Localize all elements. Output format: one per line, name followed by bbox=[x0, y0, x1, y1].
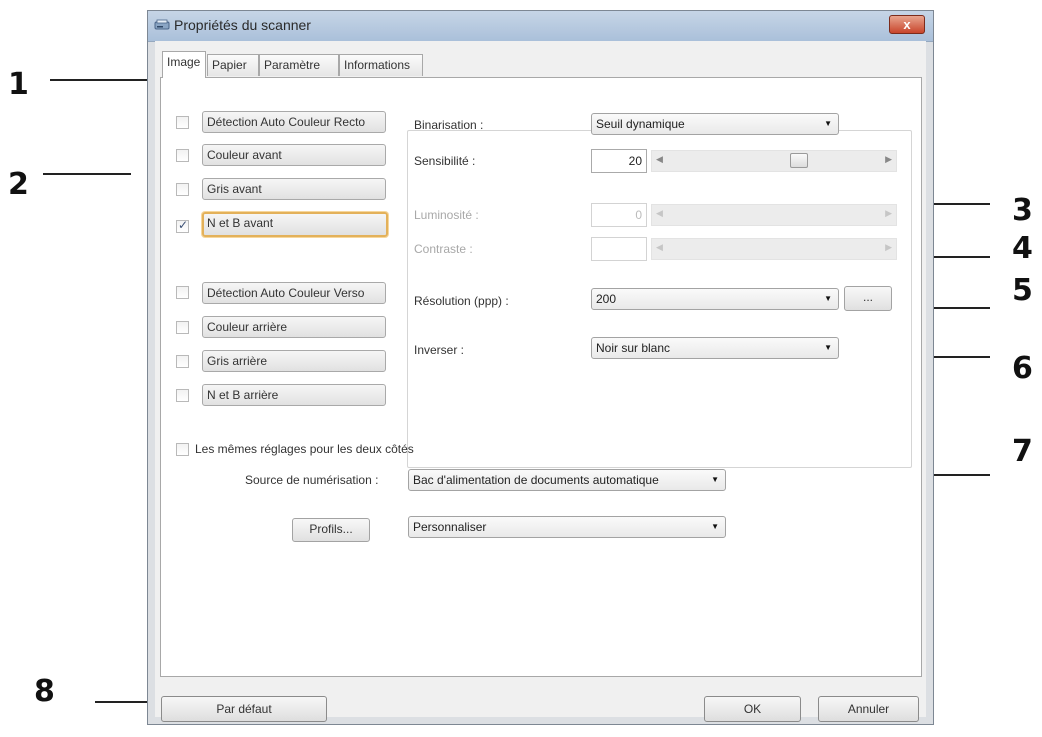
chevron-down-icon: ▼ bbox=[824, 119, 832, 128]
slider-thumb[interactable] bbox=[790, 153, 808, 168]
binarisation-value: Seuil dynamique bbox=[596, 117, 685, 131]
callout-number-5: 5 bbox=[1012, 273, 1033, 308]
close-button[interactable]: x bbox=[889, 15, 925, 34]
button-color-back[interactable]: Couleur arrière bbox=[202, 316, 386, 338]
default-button[interactable]: Par défaut bbox=[161, 696, 327, 722]
same-settings-label: Les mêmes réglages pour les deux côtés bbox=[195, 442, 414, 456]
scan-source-select[interactable]: Bac d'alimentation de documents automati… bbox=[408, 469, 726, 491]
resolution-more-button[interactable]: ... bbox=[844, 286, 892, 311]
chevron-down-icon: ▼ bbox=[824, 294, 832, 303]
inverser-select[interactable]: Noir sur blanc ▼ bbox=[591, 337, 839, 359]
button-gray-back[interactable]: Gris arrière bbox=[202, 350, 386, 372]
title-bar[interactable]: Propriétés du scanner x bbox=[148, 11, 933, 42]
checkbox-auto-color-back[interactable] bbox=[176, 286, 189, 299]
profiles-button[interactable]: Profils... bbox=[292, 518, 370, 542]
profile-select[interactable]: Personnaliser ▼ bbox=[408, 516, 726, 538]
close-icon: x bbox=[903, 17, 911, 32]
button-gray-front[interactable]: Gris avant bbox=[202, 178, 386, 200]
slider-right-arrow-icon: ▶ bbox=[885, 242, 892, 252]
callout-number-4: 4 bbox=[1012, 231, 1033, 266]
binarisation-label: Binarisation : bbox=[414, 118, 484, 132]
callout-number-8: 8 bbox=[34, 674, 55, 709]
sensibilite-slider[interactable]: ◀ ▶ bbox=[651, 150, 897, 172]
button-auto-color-back[interactable]: Détection Auto Couleur Verso bbox=[202, 282, 386, 304]
callout-number-7: 7 bbox=[1012, 434, 1033, 469]
contraste-slider: ◀ ▶ bbox=[651, 238, 897, 260]
tab-informations[interactable]: Informations bbox=[339, 54, 423, 76]
slider-left-arrow-icon: ◀ bbox=[656, 242, 663, 252]
sensibilite-label: Sensibilité : bbox=[414, 154, 476, 168]
slider-right-arrow-icon: ▶ bbox=[885, 208, 892, 218]
resolution-select[interactable]: 200 ▼ bbox=[591, 288, 839, 310]
tab-image[interactable]: Image bbox=[162, 51, 206, 78]
slider-left-arrow-icon[interactable]: ◀ bbox=[656, 154, 663, 165]
resolution-label: Résolution (ppp) : bbox=[414, 294, 509, 308]
checkbox-bw-back[interactable] bbox=[176, 389, 189, 402]
tab-parametre[interactable]: Paramètre bbox=[259, 54, 339, 76]
checkbox-gray-back[interactable] bbox=[176, 355, 189, 368]
scan-source-value: Bac d'alimentation de documents automati… bbox=[413, 473, 659, 487]
checkbox-gray-front[interactable] bbox=[176, 183, 189, 196]
cancel-button[interactable]: Annuler bbox=[818, 696, 919, 722]
sensibilite-input[interactable]: 20 bbox=[591, 149, 647, 173]
luminosite-label: Luminosité : bbox=[414, 208, 479, 222]
checkbox-bw-front[interactable] bbox=[176, 218, 189, 233]
luminosite-slider: ◀ ▶ bbox=[651, 204, 897, 226]
callout-line-1 bbox=[50, 79, 158, 81]
tab-papier[interactable]: Papier bbox=[207, 54, 259, 76]
contraste-label: Contraste : bbox=[414, 242, 473, 256]
slider-left-arrow-icon: ◀ bbox=[656, 208, 663, 218]
callout-number-1: 1 bbox=[8, 67, 29, 102]
checkbox-color-back[interactable] bbox=[176, 321, 189, 334]
button-color-front[interactable]: Couleur avant bbox=[202, 144, 386, 166]
chevron-down-icon: ▼ bbox=[711, 522, 719, 531]
callout-number-2: 2 bbox=[8, 167, 29, 202]
callout-line-2 bbox=[43, 173, 131, 175]
chevron-down-icon: ▼ bbox=[711, 475, 719, 484]
same-settings-checkbox[interactable] bbox=[176, 443, 189, 456]
checkbox-color-front[interactable] bbox=[176, 149, 189, 162]
dialog-body: Image Papier Paramètre Informations Déte… bbox=[155, 41, 926, 722]
button-bw-back[interactable]: N et B arrière bbox=[202, 384, 386, 406]
scanner-icon bbox=[154, 19, 170, 30]
profile-value: Personnaliser bbox=[413, 520, 487, 534]
callout-number-6: 6 bbox=[1012, 351, 1033, 386]
luminosite-input: 0 bbox=[591, 203, 647, 227]
inverser-label: Inverser : bbox=[414, 343, 465, 357]
scan-source-label: Source de numérisation : bbox=[245, 473, 379, 487]
button-bw-front[interactable]: N et B avant bbox=[202, 212, 388, 237]
scanner-properties-window: Propriétés du scanner x Image Papier Par… bbox=[147, 10, 934, 725]
slider-right-arrow-icon[interactable]: ▶ bbox=[885, 154, 892, 165]
button-auto-color-front[interactable]: Détection Auto Couleur Recto bbox=[202, 111, 386, 133]
window-title: Propriétés du scanner bbox=[174, 17, 311, 33]
checkbox-auto-color-front[interactable] bbox=[176, 116, 189, 129]
callout-number-3: 3 bbox=[1012, 193, 1033, 228]
inverser-value: Noir sur blanc bbox=[596, 341, 671, 355]
chevron-down-icon: ▼ bbox=[824, 343, 832, 352]
contraste-input bbox=[591, 237, 647, 261]
ok-button[interactable]: OK bbox=[704, 696, 801, 722]
image-tab-panel: Détection Auto Couleur Recto Couleur ava… bbox=[160, 77, 922, 677]
binarisation-select[interactable]: Seuil dynamique ▼ bbox=[591, 113, 839, 135]
resolution-value: 200 bbox=[596, 292, 617, 306]
